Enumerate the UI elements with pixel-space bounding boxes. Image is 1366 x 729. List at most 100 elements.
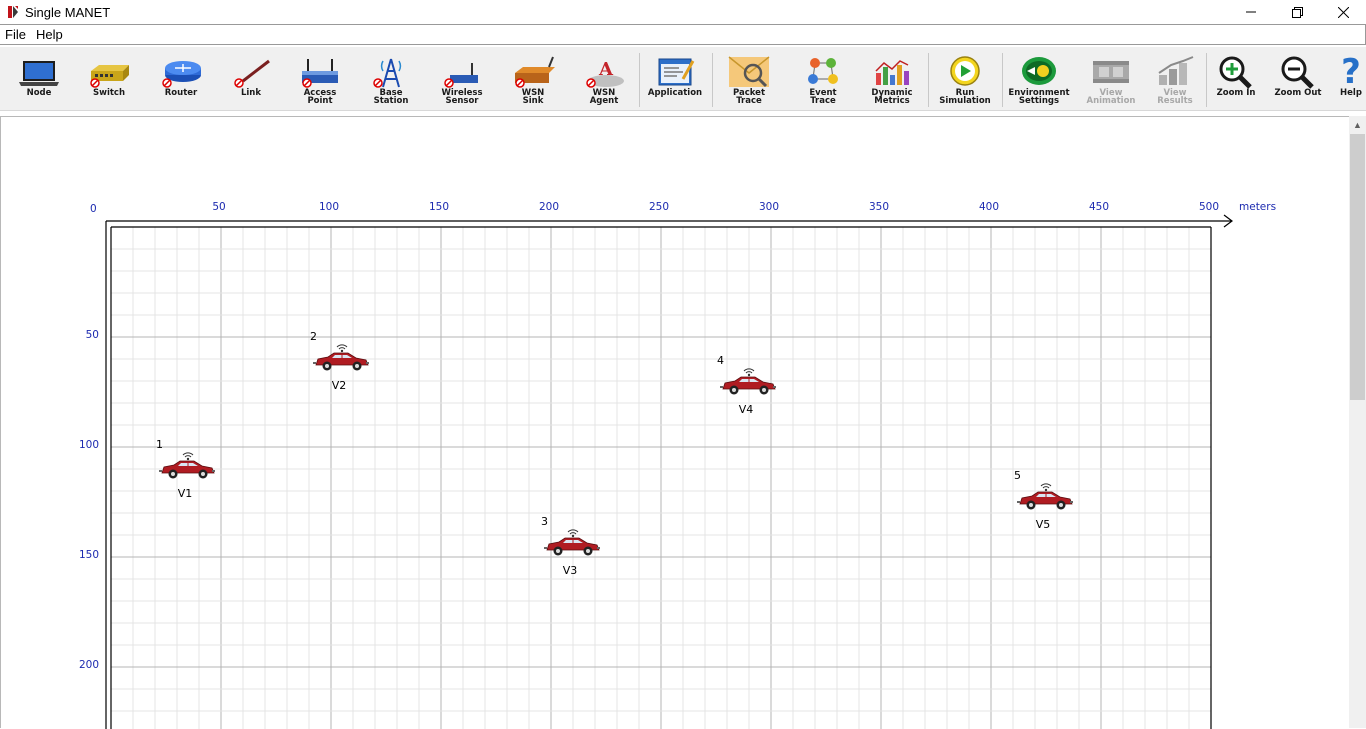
- application-icon: [653, 55, 697, 89]
- toolbar-separator: [1206, 53, 1207, 107]
- wireless-sensor-button[interactable]: Wireless Sensor: [431, 51, 493, 109]
- network-canvas[interactable]: 0 50 100 150 200 250 300 350 400 450 500 meters 50 10…: [0, 116, 1349, 729]
- restore-button[interactable]: [1274, 0, 1320, 24]
- packet-trace-button[interactable]: Packet Trace: [718, 51, 780, 109]
- scroll-thumb[interactable]: [1350, 134, 1365, 400]
- node-name-label: V1: [177, 487, 193, 500]
- x-tick-label: 200: [538, 201, 560, 213]
- scroll-up-icon[interactable]: ▲: [1349, 116, 1366, 133]
- toolbar-label: Application: [647, 88, 703, 98]
- run-simulation-icon: [943, 55, 987, 89]
- link-icon: [229, 55, 273, 89]
- vehicle-node-icon[interactable]: [1016, 482, 1074, 512]
- vehicle-node-icon[interactable]: [312, 343, 370, 373]
- vehicle-node-icon[interactable]: [719, 367, 777, 397]
- laptop-button[interactable]: Node: [8, 51, 70, 109]
- environment-settings-button[interactable]: Environment Settings: [1008, 51, 1070, 109]
- node-name-label: V5: [1035, 517, 1051, 531]
- y-tick-label: 200: [78, 659, 99, 671]
- x-tick-label: 100: [318, 201, 340, 213]
- toolbar-label: Environment Settings: [1008, 88, 1070, 106]
- y-tick-label: 150: [78, 549, 99, 561]
- toolbar-separator: [639, 53, 640, 107]
- x-tick-label: 400: [978, 201, 1000, 213]
- node-id-label: 5: [1014, 468, 1021, 482]
- switch-icon: [87, 55, 131, 89]
- toolbar-separator: [1002, 53, 1003, 107]
- application-button[interactable]: Application: [644, 51, 706, 109]
- dynamic-metrics-icon: [870, 55, 914, 89]
- laptop-icon: [17, 55, 61, 89]
- minimize-button[interactable]: [1228, 0, 1274, 24]
- base-station-button[interactable]: Base Station: [360, 51, 422, 109]
- access-point-icon: [298, 55, 342, 89]
- toolbar-label: WSN Sink: [521, 88, 545, 106]
- menu-bar: File Help: [0, 24, 1366, 45]
- wsn-sink-button[interactable]: WSN Sink: [502, 51, 564, 109]
- y-tick-label: 50: [85, 329, 99, 341]
- toolbar-label: View Results: [1157, 88, 1193, 106]
- x-tick-label: 250: [648, 201, 670, 213]
- toolbar-label: Help: [1340, 88, 1362, 98]
- view-results-button[interactable]: View Results: [1144, 51, 1206, 109]
- toolbar-label: Router: [164, 88, 198, 98]
- packet-trace-icon: [727, 55, 771, 89]
- close-button[interactable]: [1320, 0, 1366, 24]
- switch-button[interactable]: Switch: [78, 51, 140, 109]
- node-name-label: V3: [562, 564, 578, 577]
- y-tick-label: 100: [78, 439, 99, 451]
- dynamic-metrics-button[interactable]: Dynamic Metrics: [861, 51, 923, 109]
- zoom-in-button[interactable]: Zoom In: [1205, 51, 1267, 109]
- wireless-sensor-icon: [440, 55, 484, 89]
- event-trace-button[interactable]: Event Trace: [792, 51, 854, 109]
- x-tick-label: 50: [212, 201, 226, 213]
- x-tick-label: 0: [90, 203, 97, 215]
- help-button[interactable]: ? Help: [1320, 51, 1366, 109]
- wsn-sink-icon: [511, 55, 555, 89]
- link-button[interactable]: Link: [220, 51, 282, 109]
- x-tick-label: 450: [1088, 201, 1110, 213]
- help-icon: ?: [1329, 52, 1366, 92]
- app-logo-icon: [6, 4, 20, 20]
- run-simulation-button[interactable]: Run Simulation: [934, 51, 996, 109]
- menu-help[interactable]: Help: [31, 27, 68, 42]
- menu-file[interactable]: File: [0, 27, 31, 42]
- svg-text:A: A: [598, 59, 614, 80]
- wsn-agent-button[interactable]: A WSN Agent: [573, 51, 635, 109]
- base-station-icon: [369, 55, 413, 89]
- router-button[interactable]: Router: [150, 51, 212, 109]
- toolbar-label: Node: [26, 88, 52, 98]
- zoom-out-icon: [1276, 55, 1320, 89]
- toolbar-label: Packet Trace: [732, 88, 766, 106]
- node-name-label: V4: [738, 403, 754, 417]
- toolbar-label: Base Station: [373, 88, 409, 106]
- event-trace-icon: [801, 55, 845, 89]
- environment-settings-icon: [1017, 55, 1061, 89]
- vertical-scrollbar[interactable]: ▲: [1349, 116, 1366, 728]
- toolbar-label: Zoom Out: [1274, 88, 1322, 98]
- toolbar-separator: [712, 53, 713, 107]
- vehicle-node-icon[interactable]: [543, 528, 601, 558]
- router-icon: [159, 55, 203, 89]
- x-tick-label: 500: [1198, 201, 1220, 213]
- toolbar-separator: [928, 53, 929, 107]
- view-animation-button[interactable]: View Animation: [1080, 51, 1142, 109]
- toolbar-label: WSN Agent: [589, 88, 619, 106]
- view-animation-icon: [1089, 55, 1133, 89]
- x-unit-label: meters: [1239, 201, 1277, 213]
- toolbar-label: View Animation: [1086, 88, 1136, 106]
- toolbar: Node Switch Router Link Access Point Base Sta…: [0, 47, 1366, 111]
- view-results-icon: [1153, 55, 1197, 89]
- x-tick-label: 350: [868, 201, 890, 213]
- vehicle-node-icon[interactable]: [158, 451, 216, 481]
- toolbar-label: Access Point: [303, 88, 337, 106]
- toolbar-label: Link: [240, 88, 262, 98]
- node-id-label: 3: [541, 515, 548, 528]
- zoom-in-icon: [1214, 55, 1258, 89]
- node-id-label: 2: [310, 330, 317, 344]
- toolbar-label: Event Trace: [809, 88, 837, 106]
- toolbar-label: Dynamic Metrics: [871, 88, 913, 106]
- access-point-button[interactable]: Access Point: [289, 51, 351, 109]
- wsn-agent-icon: A: [582, 55, 626, 89]
- node-id-label: 4: [717, 354, 724, 368]
